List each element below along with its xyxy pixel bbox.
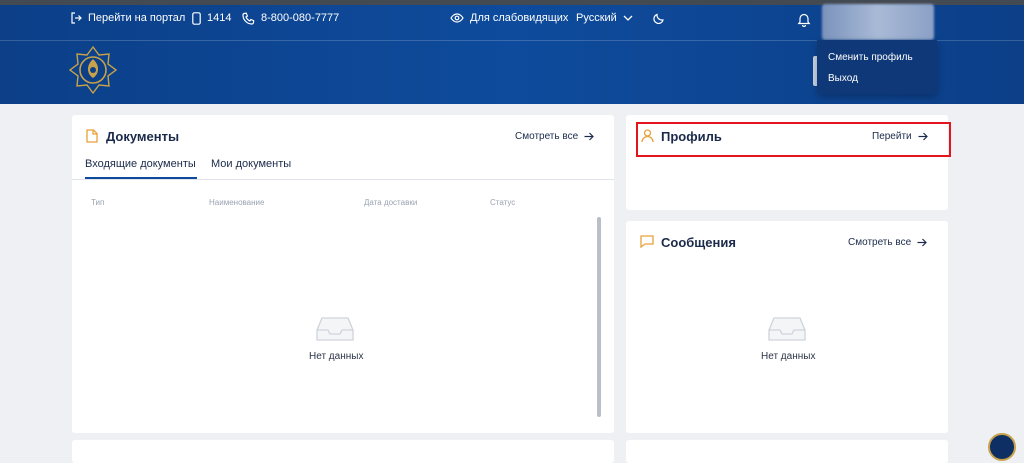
- documents-empty-text: Нет данных: [309, 351, 364, 362]
- short-phone[interactable]: 1414: [192, 10, 231, 26]
- next-card-left: [72, 440, 614, 463]
- switch-profile-item[interactable]: Сменить профиль: [828, 52, 913, 63]
- column-header-status: Статус: [490, 198, 516, 207]
- messages-see-all-link[interactable]: Смотреть все: [848, 237, 927, 248]
- moon-icon: [653, 13, 664, 24]
- accessibility-toggle[interactable]: Для слабовидящих: [450, 10, 568, 26]
- documents-title: Документы: [106, 129, 180, 144]
- language-label: Русский: [576, 12, 617, 24]
- language-selector[interactable]: Русский: [576, 10, 633, 26]
- portal-link-label: Перейти на портал: [88, 12, 186, 24]
- tab-incoming-documents[interactable]: Входящие документы: [85, 158, 196, 170]
- documents-see-all-link[interactable]: Смотреть все: [515, 131, 594, 142]
- short-phone-label: 1414: [207, 12, 232, 24]
- tab-my-documents[interactable]: Мои документы: [211, 158, 291, 170]
- empty-inbox-icon: [768, 317, 806, 341]
- phone-number[interactable]: 8-800-080-7777: [242, 10, 339, 26]
- chevron-down-icon: [623, 15, 633, 21]
- accessibility-label: Для слабовидящих: [470, 12, 569, 24]
- user-menu-dropdown: Сменить профиль Выход: [817, 40, 937, 94]
- logout-icon: [71, 12, 82, 24]
- documents-scrollbar[interactable]: [597, 217, 601, 417]
- theme-toggle[interactable]: [653, 10, 665, 26]
- eye-icon: [450, 13, 464, 23]
- profile-highlight-box: [636, 122, 951, 157]
- emblem-logo-icon[interactable]: [68, 45, 118, 95]
- portal-link[interactable]: Перейти на портал: [70, 10, 185, 26]
- messages-empty-text: Нет данных: [761, 351, 816, 362]
- bell-icon: [797, 13, 811, 28]
- floating-emblem-button[interactable]: [988, 433, 1016, 461]
- column-header-delivery-date: Дата доставки: [364, 198, 418, 207]
- empty-inbox-icon: [316, 317, 354, 341]
- arrow-right-icon: [917, 238, 927, 247]
- tabs-divider: [72, 179, 614, 180]
- next-card-right: [626, 440, 948, 463]
- column-header-type: Тип: [91, 198, 105, 207]
- message-icon: [640, 235, 654, 248]
- column-header-name: Наименование: [209, 198, 265, 207]
- logout-item[interactable]: Выход: [828, 73, 858, 84]
- messages-title: Сообщения: [661, 235, 736, 250]
- phone-icon: [242, 12, 255, 25]
- mobile-icon: [192, 11, 201, 25]
- documents-see-all-label: Смотреть все: [515, 131, 579, 142]
- phone-number-label: 8-800-080-7777: [261, 12, 340, 24]
- messages-see-all-label: Смотреть все: [848, 237, 912, 248]
- notifications-button[interactable]: [797, 12, 811, 32]
- arrow-right-icon: [584, 132, 594, 141]
- document-icon: [86, 129, 98, 143]
- user-name-blurred[interactable]: [822, 4, 934, 40]
